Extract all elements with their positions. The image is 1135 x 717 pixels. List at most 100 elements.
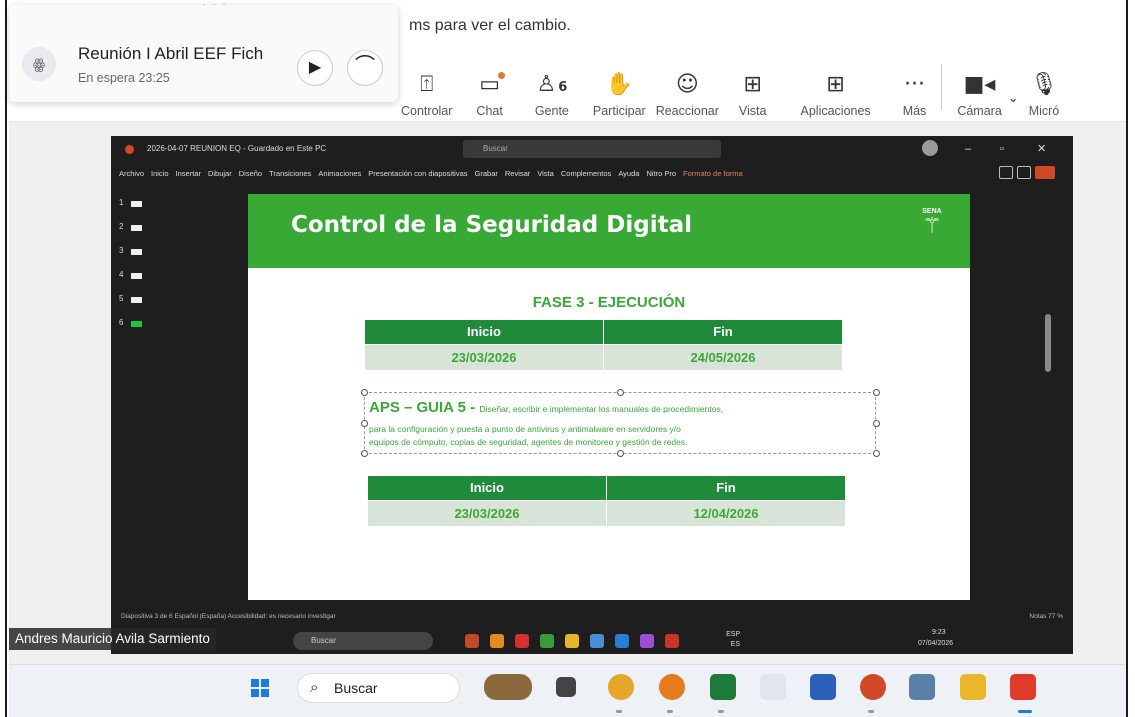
share-button[interactable] (1035, 166, 1055, 179)
ribbon-tab[interactable]: Archivo (119, 169, 144, 178)
slide-canvas[interactable]: Control de la Seguridad Digital SENA ⚚ F… (248, 194, 970, 600)
office-icon[interactable] (1010, 674, 1036, 700)
shared-app-icon (515, 634, 529, 648)
resize-handle[interactable] (361, 389, 368, 396)
slide-thumb[interactable]: 2 (119, 222, 142, 231)
shared-app-icon (565, 634, 579, 648)
excel-icon[interactable] (710, 674, 736, 700)
thumb-number: 6 (119, 318, 124, 327)
aps-description-3: equipos de cómputo, copias de seguridad,… (369, 437, 688, 447)
ribbon-tab[interactable]: Inicio (151, 169, 169, 178)
ribbon-tab-format[interactable]: Formato de forma (683, 169, 743, 178)
close-icon[interactable]: ✕ (1037, 136, 1046, 162)
minimize-icon[interactable]: – (965, 136, 971, 162)
ribbon-tab[interactable]: Ayuda (618, 169, 639, 178)
resize-handle[interactable] (361, 450, 368, 457)
toolbar-view-button[interactable]: ⊞ Vista (734, 60, 772, 118)
ribbon-tab[interactable]: Diseño (239, 169, 262, 178)
slide-thumb[interactable]: 1 (119, 198, 142, 207)
camera-app-icon[interactable] (909, 674, 935, 700)
toolbar-label: Participar (592, 104, 646, 118)
toolbar-apps-button[interactable]: ⊞ Aplicaciones (796, 60, 876, 118)
resize-handle[interactable] (873, 450, 880, 457)
resize-handle[interactable] (617, 389, 624, 396)
powerpoint-icon[interactable] (860, 674, 886, 700)
end-call-button[interactable]: ⌒ (347, 50, 383, 86)
slide-thumb[interactable]: 3 (119, 246, 142, 255)
shared-screen: 2026-04-07 REUNION EQ - Guardado en Este… (111, 136, 1073, 654)
running-indicator (667, 710, 673, 713)
slide-thumb[interactable]: 4 (119, 270, 142, 279)
toolbar-controlar-button[interactable]: ⍐ Controlar (396, 60, 457, 118)
table-cell-start: 23/03/2026 (368, 500, 607, 526)
shared-app-icon (590, 634, 604, 648)
ppt-titlebar: 2026-04-07 REUNION EQ - Guardado en Este… (111, 136, 1073, 162)
task-view-icon[interactable] (556, 677, 576, 697)
ribbon-tab[interactable]: Dibujar (208, 169, 232, 178)
status-left: Diapositiva 3 de 6 Español (España) Acce… (121, 613, 336, 620)
toolbar-label: Controlar (401, 104, 453, 118)
shared-taskbar-search: Buscar (293, 632, 433, 650)
aps-description-1: Diseñar, escribir e implementar los manu… (479, 404, 724, 414)
file-explorer-icon[interactable] (960, 674, 986, 700)
toolbar-people-button[interactable]: ♙ 6 Gente (530, 60, 574, 118)
ppt-search-box[interactable]: Buscar (463, 140, 721, 158)
slide-thumb[interactable]: 5 (119, 294, 142, 303)
toolbar-camera-button[interactable]: ■◂ Cámara (952, 60, 1006, 118)
presenter-name-tag: Andres Mauricio Avila Sarmiento (9, 628, 216, 650)
toolbar-label: Chat (476, 104, 503, 118)
thumb-number: 1 (119, 198, 124, 207)
slide-thumb-active[interactable]: 6 (119, 318, 142, 327)
vertical-scrollbar[interactable] (1045, 314, 1051, 372)
powerpoint-logo-icon (125, 145, 134, 154)
status-right: Notas 77 % (1029, 613, 1063, 620)
resize-handle[interactable] (361, 420, 368, 427)
shared-tray-time: 9:23 (932, 629, 946, 636)
snipping-tool-icon[interactable] (760, 674, 786, 700)
ribbon-tab[interactable]: Complementos (561, 169, 611, 178)
resize-handle[interactable] (617, 450, 624, 457)
ribbon-tab[interactable]: Animaciones (318, 169, 361, 178)
ribbon-tab[interactable]: Transiciones (269, 169, 311, 178)
table-cell-end: 12/04/2026 (607, 500, 846, 526)
restore-icon[interactable]: ▫ (1000, 136, 1004, 162)
aps-description: para la configuración y puesta a punto d… (369, 423, 688, 449)
ribbon-tab[interactable]: Presentación con diapositivas (368, 169, 467, 178)
thumb-preview (131, 225, 142, 231)
word-icon[interactable] (810, 674, 836, 700)
window-border-left (0, 0, 7, 717)
ribbon-tab[interactable]: Insertar (176, 169, 201, 178)
shared-tray-lang: ESP ES (726, 631, 741, 648)
table-cell-end: 24/05/2026 (604, 344, 843, 370)
toolbar-label: Micró (1028, 104, 1060, 118)
ppt-ribbon-tabs: Archivo Inicio Insertar Dibujar Diseño T… (111, 162, 1073, 184)
selected-text-box[interactable]: APS – GUIA 5 - Diseñar, escribir e imple… (361, 389, 880, 457)
chrome-icon[interactable] (608, 674, 634, 700)
windows-start-icon[interactable] (251, 679, 269, 697)
record-button[interactable] (999, 166, 1013, 179)
ribbon-tab[interactable]: Nitro Pro (646, 169, 676, 178)
profile-avatar[interactable] (922, 140, 938, 156)
add-app-icon: ⊞ (826, 72, 845, 97)
resize-handle[interactable] (873, 389, 880, 396)
taskbar-search[interactable]: ⌕ Buscar (297, 673, 460, 703)
firefox-icon[interactable] (659, 674, 685, 700)
toolbar-raise-hand-button[interactable]: ✋ Participar (588, 60, 651, 118)
toolbar-label: Vista (738, 104, 767, 118)
toolbar-react-button[interactable]: ☺ Reaccionar (651, 60, 724, 118)
ppt-filename: 2026-04-07 REUNION EQ - Guardado en Este… (147, 144, 327, 153)
ribbon-tab[interactable]: Revisar (505, 169, 530, 178)
ribbon-tab[interactable]: Vista (537, 169, 554, 178)
shared-app-icon (640, 634, 654, 648)
toolbar-mic-button[interactable]: 🎙 Micró (1024, 60, 1065, 118)
comments-button[interactable] (1017, 166, 1031, 179)
toolbar-more-button[interactable]: ··· Más (898, 60, 932, 118)
resume-call-button[interactable]: ▶ (297, 50, 333, 86)
hang-up-icon: ⌒ (355, 55, 375, 77)
resize-handle[interactable] (873, 420, 880, 427)
camera-options-button[interactable]: ⌄ (1003, 60, 1024, 118)
toolbar-chat-button[interactable]: ▭ Chat (471, 60, 507, 118)
ppt-status-bar: Diapositiva 3 de 6 Español (España) Acce… (111, 608, 1073, 626)
ribbon-tab[interactable]: Grabar (475, 169, 498, 178)
widgets-icon[interactable] (484, 674, 532, 700)
